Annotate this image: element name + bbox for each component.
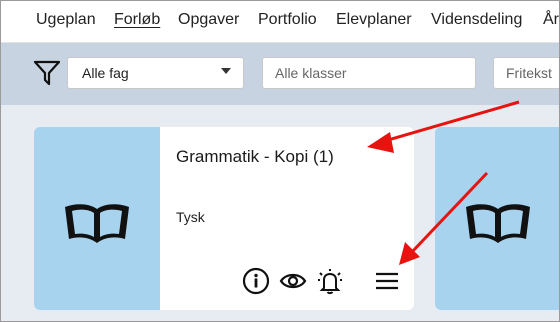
freetext-input[interactable] [493, 57, 559, 89]
filter-bar: Alle fag [1, 43, 559, 105]
menu-icon[interactable] [373, 267, 401, 295]
book-icon [65, 204, 129, 243]
course-list: Grammatik - Kopi (1) Tysk [1, 105, 559, 321]
nav-item-ar[interactable]: År [543, 10, 559, 30]
nav-item-forlob[interactable]: Forløb [114, 10, 160, 30]
info-icon[interactable] [242, 267, 270, 295]
nav-item-ugeplan[interactable]: Ugeplan [36, 10, 96, 30]
nav-item-portfolio[interactable]: Portfolio [258, 10, 317, 30]
course-card[interactable]: Grammatik - Kopi (1) Tysk [34, 127, 414, 310]
nav-item-vidensdeling[interactable]: Vidensdeling [431, 10, 522, 30]
subject-select[interactable]: Alle fag [67, 57, 244, 89]
subject-select-value: Alle fag [82, 65, 129, 81]
eye-icon[interactable] [279, 267, 307, 295]
course-card[interactable] [435, 127, 559, 310]
top-navigation: Ugeplan Forløb Opgaver Portfolio Elevpla… [1, 1, 559, 43]
app-window: Ugeplan Forløb Opgaver Portfolio Elevpla… [0, 0, 560, 322]
nav-item-elevplaner[interactable]: Elevplaner [336, 10, 412, 30]
filter-icon[interactable] [33, 59, 61, 87]
book-icon [466, 204, 530, 243]
bell-alert-icon[interactable] [316, 267, 344, 295]
course-thumbnail [34, 127, 160, 310]
chevron-down-icon [221, 68, 231, 74]
course-subject: Tysk [176, 209, 205, 225]
course-title[interactable]: Grammatik - Kopi (1) [176, 147, 334, 167]
course-thumbnail [435, 127, 559, 310]
classes-input[interactable] [262, 57, 476, 89]
nav-item-opgaver[interactable]: Opgaver [178, 10, 239, 30]
